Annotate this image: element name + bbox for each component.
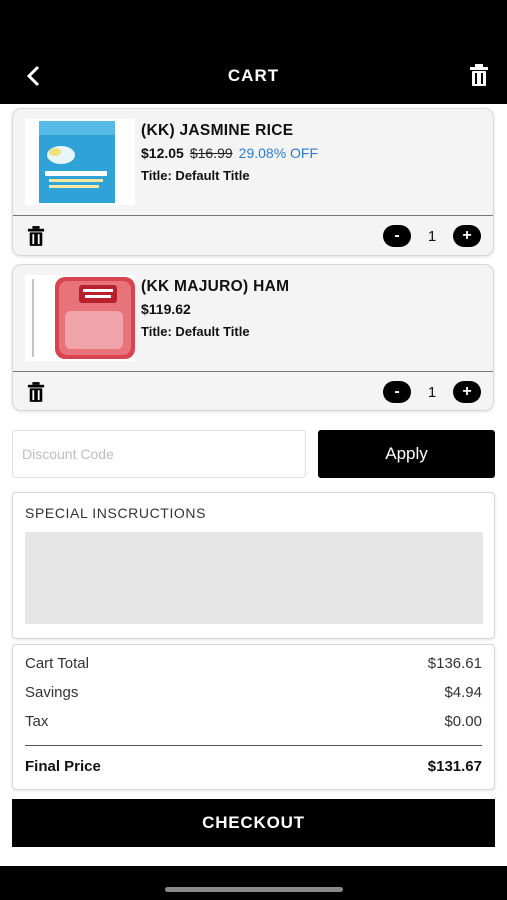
home-indicator[interactable]	[165, 887, 343, 892]
quantity-value: 1	[427, 227, 437, 245]
discount-percent: 29.08% OFF	[238, 145, 319, 161]
increase-quantity-button[interactable]: +	[453, 225, 481, 247]
final-price-value: $131.67	[427, 758, 482, 775]
divider	[13, 215, 493, 216]
final-price-label: Final Price	[25, 758, 101, 775]
checkout-button[interactable]: CHECKOUT	[12, 799, 495, 847]
decrease-quantity-button[interactable]: -	[383, 381, 411, 403]
savings-label: Savings	[25, 684, 79, 701]
special-instructions-panel: SPECIAL INSCRUCTIONS	[12, 492, 495, 639]
page-title: CART	[227, 66, 280, 85]
bottom-bar	[0, 866, 507, 900]
summary-divider	[25, 745, 482, 746]
cart-total-label: Cart Total	[25, 655, 89, 672]
divider	[13, 371, 493, 372]
savings-value: $4.94	[444, 684, 482, 701]
trash-icon	[470, 64, 488, 86]
product-name[interactable]: (KK MAJURO) HAM	[141, 278, 289, 296]
current-price: $119.62	[141, 301, 191, 317]
remove-item-button[interactable]	[27, 382, 47, 404]
trash-icon	[27, 382, 45, 402]
product-image	[25, 119, 135, 205]
apply-button[interactable]: Apply	[318, 430, 495, 478]
cart-total-row: Cart Total $136.61	[25, 655, 482, 672]
decrease-quantity-button[interactable]: -	[383, 225, 411, 247]
ham-package-image	[25, 275, 135, 361]
tax-label: Tax	[25, 713, 49, 730]
cart-total-value: $136.61	[427, 655, 482, 672]
final-price-row: Final Price $131.67	[25, 758, 482, 775]
price-row: $119.62	[141, 301, 191, 317]
trash-icon	[27, 226, 45, 246]
product-name[interactable]: (KK) JASMINE RICE	[141, 122, 293, 140]
current-price: $12.05	[141, 145, 184, 161]
savings-row: Savings $4.94	[25, 684, 482, 701]
rice-bag-image	[25, 119, 135, 205]
clear-cart-button[interactable]	[469, 64, 491, 88]
quantity-stepper: - 1 +	[383, 225, 481, 247]
cart-item: (KK) JASMINE RICE $12.05 $16.99 29.08% OFF…	[12, 108, 494, 256]
order-summary: Cart Total $136.61 Savings $4.94 Tax $0.…	[12, 644, 495, 790]
increase-quantity-button[interactable]: +	[453, 381, 481, 403]
product-image	[25, 275, 135, 361]
original-price: $16.99	[189, 145, 233, 161]
remove-item-button[interactable]	[27, 226, 47, 248]
discount-code-input[interactable]	[12, 430, 306, 478]
variant-title: Title: Default Title	[141, 168, 250, 183]
price-row: $12.05 $16.99 29.08% OFF	[141, 145, 318, 161]
quantity-value: 1	[427, 383, 437, 401]
quantity-stepper: - 1 +	[383, 381, 481, 403]
tax-row: Tax $0.00	[25, 713, 482, 730]
special-instructions-label: SPECIAL INSCRUCTIONS	[25, 505, 207, 521]
special-instructions-input[interactable]	[25, 532, 483, 624]
variant-title: Title: Default Title	[141, 324, 250, 339]
cart-header: CART	[0, 0, 507, 104]
cart-item: (KK MAJURO) HAM $119.62 Title: Default T…	[12, 264, 494, 411]
tax-value: $0.00	[444, 713, 482, 730]
